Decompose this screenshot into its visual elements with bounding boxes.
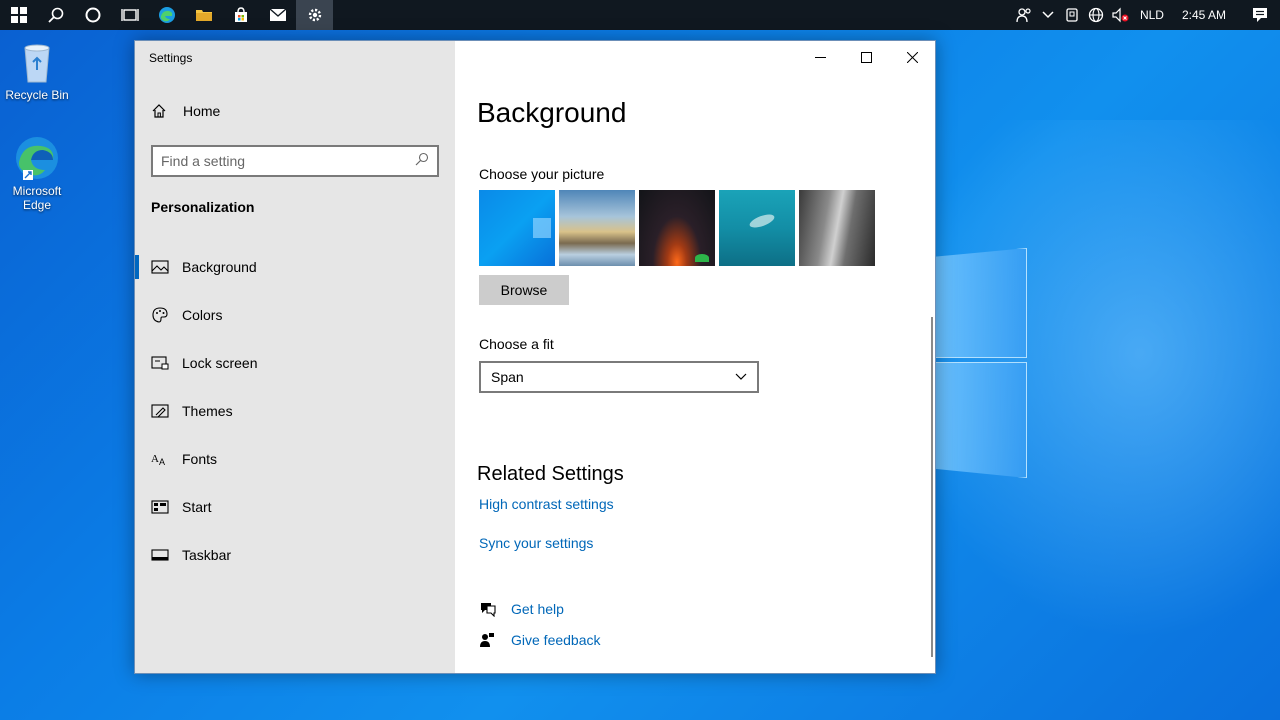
- sidebar-item-background[interactable]: Background: [135, 243, 455, 291]
- store-icon: [234, 7, 247, 22]
- fit-dropdown-value: Span: [491, 369, 524, 385]
- choose-fit-label: Choose a fit: [479, 336, 554, 352]
- device-button[interactable]: [1060, 0, 1084, 30]
- cortana-icon: [85, 7, 100, 23]
- sidebar-section-title: Personalization: [151, 199, 255, 215]
- globe-icon: [1088, 7, 1104, 23]
- people-icon: [1016, 8, 1031, 23]
- sidebar-item-start[interactable]: Start: [135, 483, 455, 531]
- notifications-icon: [1253, 8, 1267, 22]
- gear-icon: [308, 8, 321, 22]
- sidebar-item-label: Background: [182, 259, 257, 275]
- related-settings-title: Related Settings: [477, 463, 624, 485]
- picture-thumbnail-1[interactable]: [479, 190, 555, 266]
- desktop-icon-recycle-bin[interactable]: Recycle Bin: [1, 38, 73, 102]
- settings-content: Background Choose your picture Browse Ch…: [455, 41, 935, 673]
- page-title: Background: [477, 97, 627, 128]
- mail-button[interactable]: [259, 0, 296, 30]
- show-hidden-icons-button[interactable]: [1036, 0, 1060, 30]
- get-help-link[interactable]: Get help: [479, 601, 564, 617]
- search-input[interactable]: [161, 153, 415, 169]
- search-box[interactable]: [151, 145, 439, 177]
- windows-start-icon: [10, 7, 27, 23]
- lock-screen-icon: [151, 354, 169, 372]
- edge-taskbar-button[interactable]: [148, 0, 185, 30]
- settings-window: Settings Home Personalization Background: [134, 40, 936, 674]
- sidebar-nav: Background Colors Lock screen Themes A A…: [135, 243, 455, 579]
- picture-icon: [151, 258, 169, 276]
- task-view-button[interactable]: [111, 0, 148, 30]
- browse-button[interactable]: Browse: [479, 275, 569, 305]
- system-tray: NLD 2:45 AM: [1012, 0, 1280, 30]
- sidebar-item-lock-screen[interactable]: Lock screen: [135, 339, 455, 387]
- folder-icon: [195, 10, 212, 21]
- fit-dropdown[interactable]: Span: [479, 361, 759, 393]
- feedback-icon: [479, 632, 497, 648]
- give-feedback-label: Give feedback: [511, 632, 601, 648]
- sidebar-item-fonts[interactable]: AA Fonts: [135, 435, 455, 483]
- search-icon: [415, 152, 429, 171]
- sidebar-item-label: Lock screen: [182, 355, 258, 371]
- sidebar-item-themes[interactable]: Themes: [135, 387, 455, 435]
- nav-home[interactable]: Home: [151, 103, 220, 119]
- people-button[interactable]: [1012, 0, 1036, 30]
- window-title: Settings: [149, 51, 193, 65]
- windows-logo-wallpaper: [934, 238, 1030, 482]
- svg-text:A: A: [151, 453, 159, 465]
- task-view-icon: [120, 9, 139, 21]
- search-icon: [47, 7, 63, 23]
- taskbar-icon: [151, 546, 169, 564]
- sidebar-item-taskbar[interactable]: Taskbar: [135, 531, 455, 579]
- picture-thumbnail-4[interactable]: [719, 190, 795, 266]
- svg-text:A: A: [159, 457, 165, 466]
- content-scrollbar[interactable]: [931, 317, 933, 657]
- search-button[interactable]: [37, 0, 74, 30]
- edge-icon: [13, 134, 61, 182]
- fonts-icon: AA: [151, 450, 169, 468]
- sidebar-item-label: Colors: [182, 307, 223, 323]
- desktop-icon-label: Microsoft Edge: [12, 184, 62, 212]
- picture-thumbnail-3[interactable]: [639, 190, 715, 266]
- settings-taskbar-button[interactable]: [296, 0, 333, 30]
- sidebar-item-colors[interactable]: Colors: [135, 291, 455, 339]
- volume-muted-icon: [1112, 7, 1129, 23]
- start-button[interactable]: [0, 0, 37, 30]
- themes-icon: [151, 402, 169, 420]
- chevron-down-icon: [1042, 11, 1054, 19]
- desktop-icon-label: Recycle Bin: [5, 88, 69, 102]
- sidebar-item-label: Themes: [182, 403, 233, 419]
- picture-thumbnail-2[interactable]: [559, 190, 635, 266]
- cortana-button[interactable]: [74, 0, 111, 30]
- input-language-indicator[interactable]: NLD: [1132, 8, 1172, 22]
- recycle-bin-icon: [13, 38, 61, 86]
- home-icon: [151, 103, 169, 119]
- edge-icon: [158, 7, 175, 23]
- sidebar-item-label: Start: [182, 499, 212, 515]
- give-feedback-link[interactable]: Give feedback: [479, 632, 601, 648]
- sidebar-item-label: Taskbar: [182, 547, 232, 563]
- choose-picture-label: Choose your picture: [479, 166, 605, 182]
- network-button[interactable]: [1084, 0, 1108, 30]
- settings-sidebar: Settings Home Personalization Background: [135, 41, 455, 673]
- action-center-button[interactable]: [1240, 0, 1280, 30]
- start-icon: [151, 498, 169, 516]
- sync-settings-link[interactable]: Sync your settings: [479, 535, 593, 551]
- sidebar-item-label: Fonts: [182, 451, 218, 467]
- nav-home-label: Home: [183, 103, 221, 119]
- clock[interactable]: 2:45 AM: [1172, 8, 1240, 22]
- picture-thumbnail-5[interactable]: [799, 190, 875, 266]
- file-explorer-button[interactable]: [185, 0, 222, 30]
- desktop-icon-edge[interactable]: Microsoft Edge: [1, 134, 73, 212]
- volume-button[interactable]: [1108, 0, 1132, 30]
- high-contrast-settings-link[interactable]: High contrast settings: [479, 496, 614, 512]
- taskbar: NLD 2:45 AM: [0, 0, 1280, 30]
- help-icon: [479, 601, 497, 617]
- device-icon: [1066, 8, 1078, 22]
- mail-icon: [269, 8, 286, 21]
- store-button[interactable]: [222, 0, 259, 30]
- chevron-down-icon: [735, 373, 747, 380]
- palette-icon: [151, 306, 169, 324]
- get-help-label: Get help: [511, 601, 564, 617]
- picture-thumbnails: [479, 190, 875, 266]
